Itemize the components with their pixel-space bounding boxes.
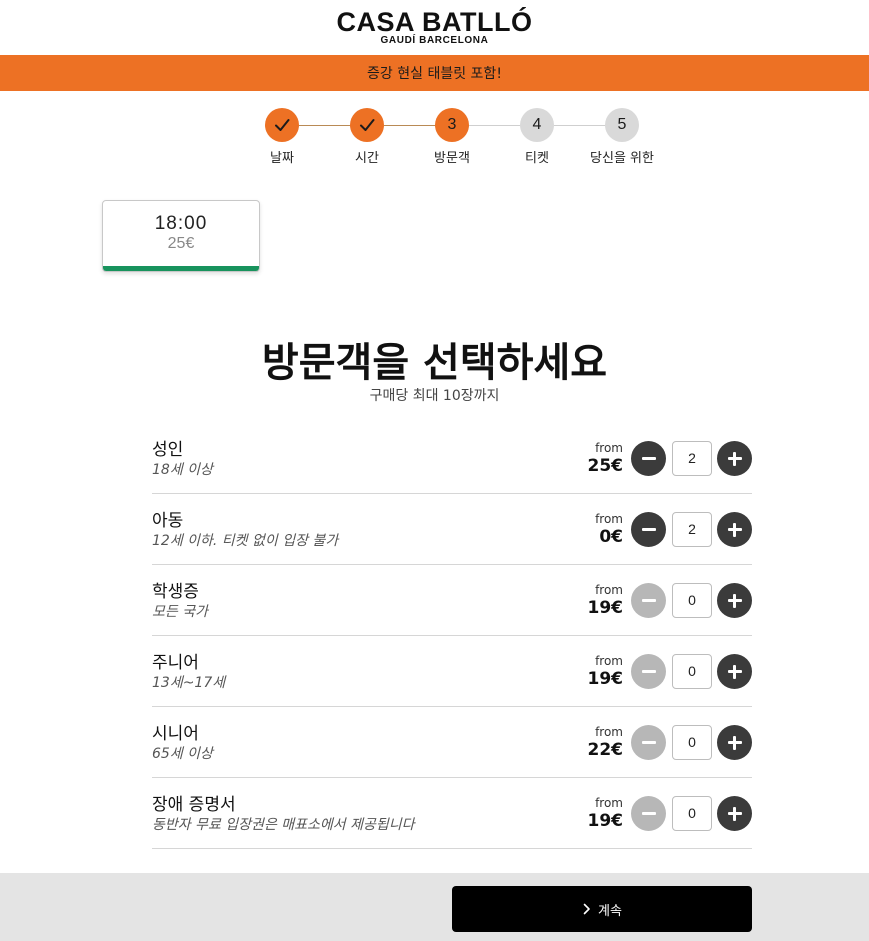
increase-button[interactable] (717, 441, 752, 476)
page-title: 방문객을 선택하세요 (261, 340, 608, 386)
step-number: 5 (605, 108, 639, 142)
quantity-field[interactable]: 0 (672, 654, 712, 689)
visitor-type-desc: 모든 국가 (152, 604, 208, 620)
increase-button[interactable] (717, 512, 752, 547)
page-subtitle: 구매당 최대 10장까지 (369, 388, 500, 404)
step-label: 날짜 (270, 151, 294, 166)
visitor-row-student: 학생증 모든 국가 from 19€ 0 (152, 565, 752, 636)
visitor-price: 19€ (587, 598, 624, 618)
increase-button[interactable] (717, 654, 752, 689)
plus-icon (727, 806, 742, 821)
visitor-type-name: 장애 증명서 (152, 795, 236, 815)
visitor-type-desc: 동반자 무료 입장권은 매표소에서 제공됩니다 (152, 817, 415, 833)
from-label: from (595, 441, 623, 455)
visitor-row-disability: 장애 증명서 동반자 무료 입장권은 매표소에서 제공됩니다 from 19€ … (152, 778, 752, 849)
step-number: 3 (435, 108, 469, 142)
step-time[interactable]: 시간 (322, 108, 412, 166)
chevron-right-icon (583, 903, 590, 915)
continue-button[interactable]: 계속 (452, 886, 752, 932)
visitor-type-desc: 12세 이하. 티켓 없이 입장 불가 (152, 533, 339, 549)
minus-icon (641, 457, 656, 460)
visitor-type-name: 학생증 (152, 582, 199, 602)
logo[interactable]: CASA BATLLÓ (337, 9, 533, 36)
time-slot-card[interactable]: 18:00 25€ (102, 200, 260, 272)
visitor-price: 22€ (587, 740, 624, 760)
visitor-type-desc: 18세 이상 (152, 462, 213, 478)
step-visitors[interactable]: 3 방문객 (407, 108, 497, 166)
minus-icon (641, 812, 656, 815)
increase-button[interactable] (717, 583, 752, 618)
decrease-button[interactable] (631, 725, 666, 760)
step-label: 티켓 (525, 151, 549, 166)
from-label: from (595, 725, 623, 739)
from-label: from (595, 512, 623, 526)
quantity-field[interactable]: 0 (672, 583, 712, 618)
quantity-field[interactable]: 2 (672, 512, 712, 547)
time-slot-price: 25€ (167, 235, 195, 252)
visitor-type-desc: 65세 이상 (152, 746, 213, 762)
visitor-type-name: 아동 (152, 511, 184, 531)
site-header: CASA BATLLÓ GAUDÍ BARCELONA (0, 0, 869, 55)
quantity-field[interactable]: 0 (672, 725, 712, 760)
visitor-row-senior: 시니어 65세 이상 from 22€ 0 (152, 707, 752, 778)
selected-indicator (103, 266, 259, 271)
visitor-type-desc: 13세~17세 (152, 675, 226, 691)
visitor-price: 25€ (587, 456, 624, 476)
plus-icon (727, 451, 742, 466)
progress-steps: 날짜 시간 3 방문객 4 티켓 5 당신을 위한 (0, 108, 869, 168)
step-label: 당신을 위한 (590, 151, 654, 166)
continue-label: 계속 (598, 903, 622, 919)
minus-icon (641, 670, 656, 673)
decrease-button[interactable] (631, 441, 666, 476)
decrease-button[interactable] (631, 654, 666, 689)
from-label: from (595, 796, 623, 810)
from-label: from (595, 583, 623, 597)
visitor-type-name: 시니어 (152, 724, 199, 744)
decrease-button[interactable] (631, 796, 666, 831)
plus-icon (727, 522, 742, 537)
checkmark-icon (350, 108, 384, 142)
minus-icon (641, 599, 656, 602)
visitor-list: 성인 18세 이상 from 25€ 2 아동 12세 이하. 티켓 없이 입장… (152, 423, 752, 849)
logo-subtitle: GAUDÍ BARCELONA (380, 35, 489, 46)
footer-bar: 계속 (0, 873, 869, 941)
from-label: from (595, 654, 623, 668)
step-tickets: 4 티켓 (492, 108, 582, 166)
visitor-price: 0€ (599, 527, 623, 547)
plus-icon (727, 664, 742, 679)
visitor-price: 19€ (587, 811, 624, 831)
visitor-row-junior: 주니어 13세~17세 from 19€ 0 (152, 636, 752, 707)
decrease-button[interactable] (631, 583, 666, 618)
plus-icon (727, 735, 742, 750)
promo-banner: 증강 현실 태블릿 포함! (0, 55, 869, 91)
visitor-price: 19€ (587, 669, 624, 689)
minus-icon (641, 741, 656, 744)
step-label: 방문객 (434, 151, 470, 166)
time-slot-time: 18:00 (154, 213, 208, 234)
increase-button[interactable] (717, 796, 752, 831)
step-for-you: 5 당신을 위한 (577, 108, 667, 166)
quantity-field[interactable]: 2 (672, 441, 712, 476)
plus-icon (727, 593, 742, 608)
checkmark-icon (265, 108, 299, 142)
decrease-button[interactable] (631, 512, 666, 547)
visitor-row-child: 아동 12세 이하. 티켓 없이 입장 불가 from 0€ 2 (152, 494, 752, 565)
visitor-row-adult: 성인 18세 이상 from 25€ 2 (152, 423, 752, 494)
step-date[interactable]: 날짜 (237, 108, 327, 166)
visitor-type-name: 성인 (152, 440, 184, 460)
minus-icon (641, 528, 656, 531)
visitor-type-name: 주니어 (152, 653, 199, 673)
step-label: 시간 (355, 151, 379, 166)
increase-button[interactable] (717, 725, 752, 760)
quantity-field[interactable]: 0 (672, 796, 712, 831)
step-number: 4 (520, 108, 554, 142)
